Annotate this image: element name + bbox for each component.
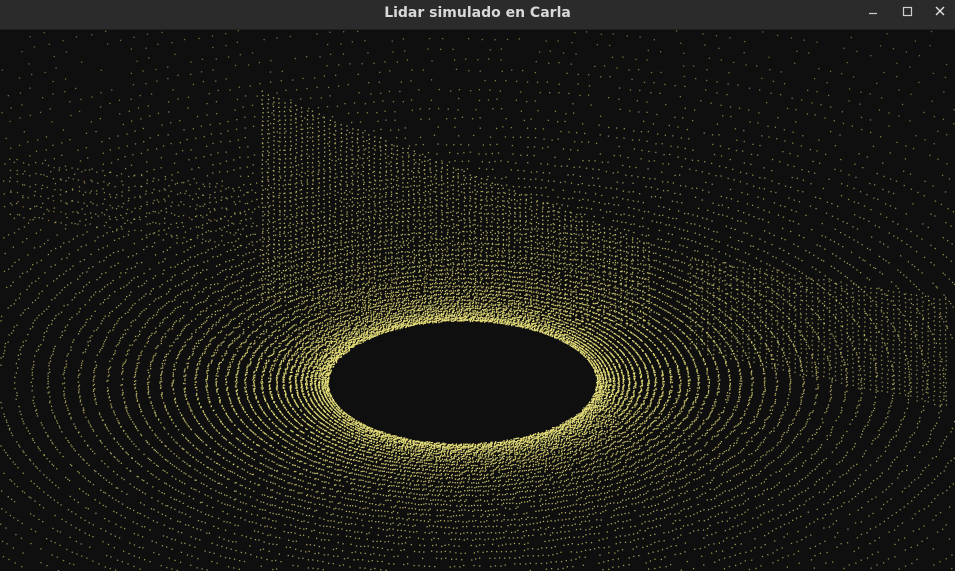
maximize-icon	[902, 6, 913, 17]
lidar-point-cloud-viewport[interactable]	[0, 30, 955, 571]
minimize-button[interactable]	[857, 0, 889, 26]
minimize-icon	[869, 12, 877, 15]
lidar-points	[0, 30, 955, 571]
maximize-button[interactable]	[891, 0, 923, 26]
close-icon	[935, 6, 945, 16]
point-cloud-canvas	[0, 30, 955, 571]
close-button[interactable]	[924, 0, 955, 26]
title-bar[interactable]: Lidar simulado en Carla	[0, 0, 955, 30]
app-window: Lidar simulado en Carla	[0, 0, 955, 571]
window-title: Lidar simulado en Carla	[0, 0, 955, 29]
